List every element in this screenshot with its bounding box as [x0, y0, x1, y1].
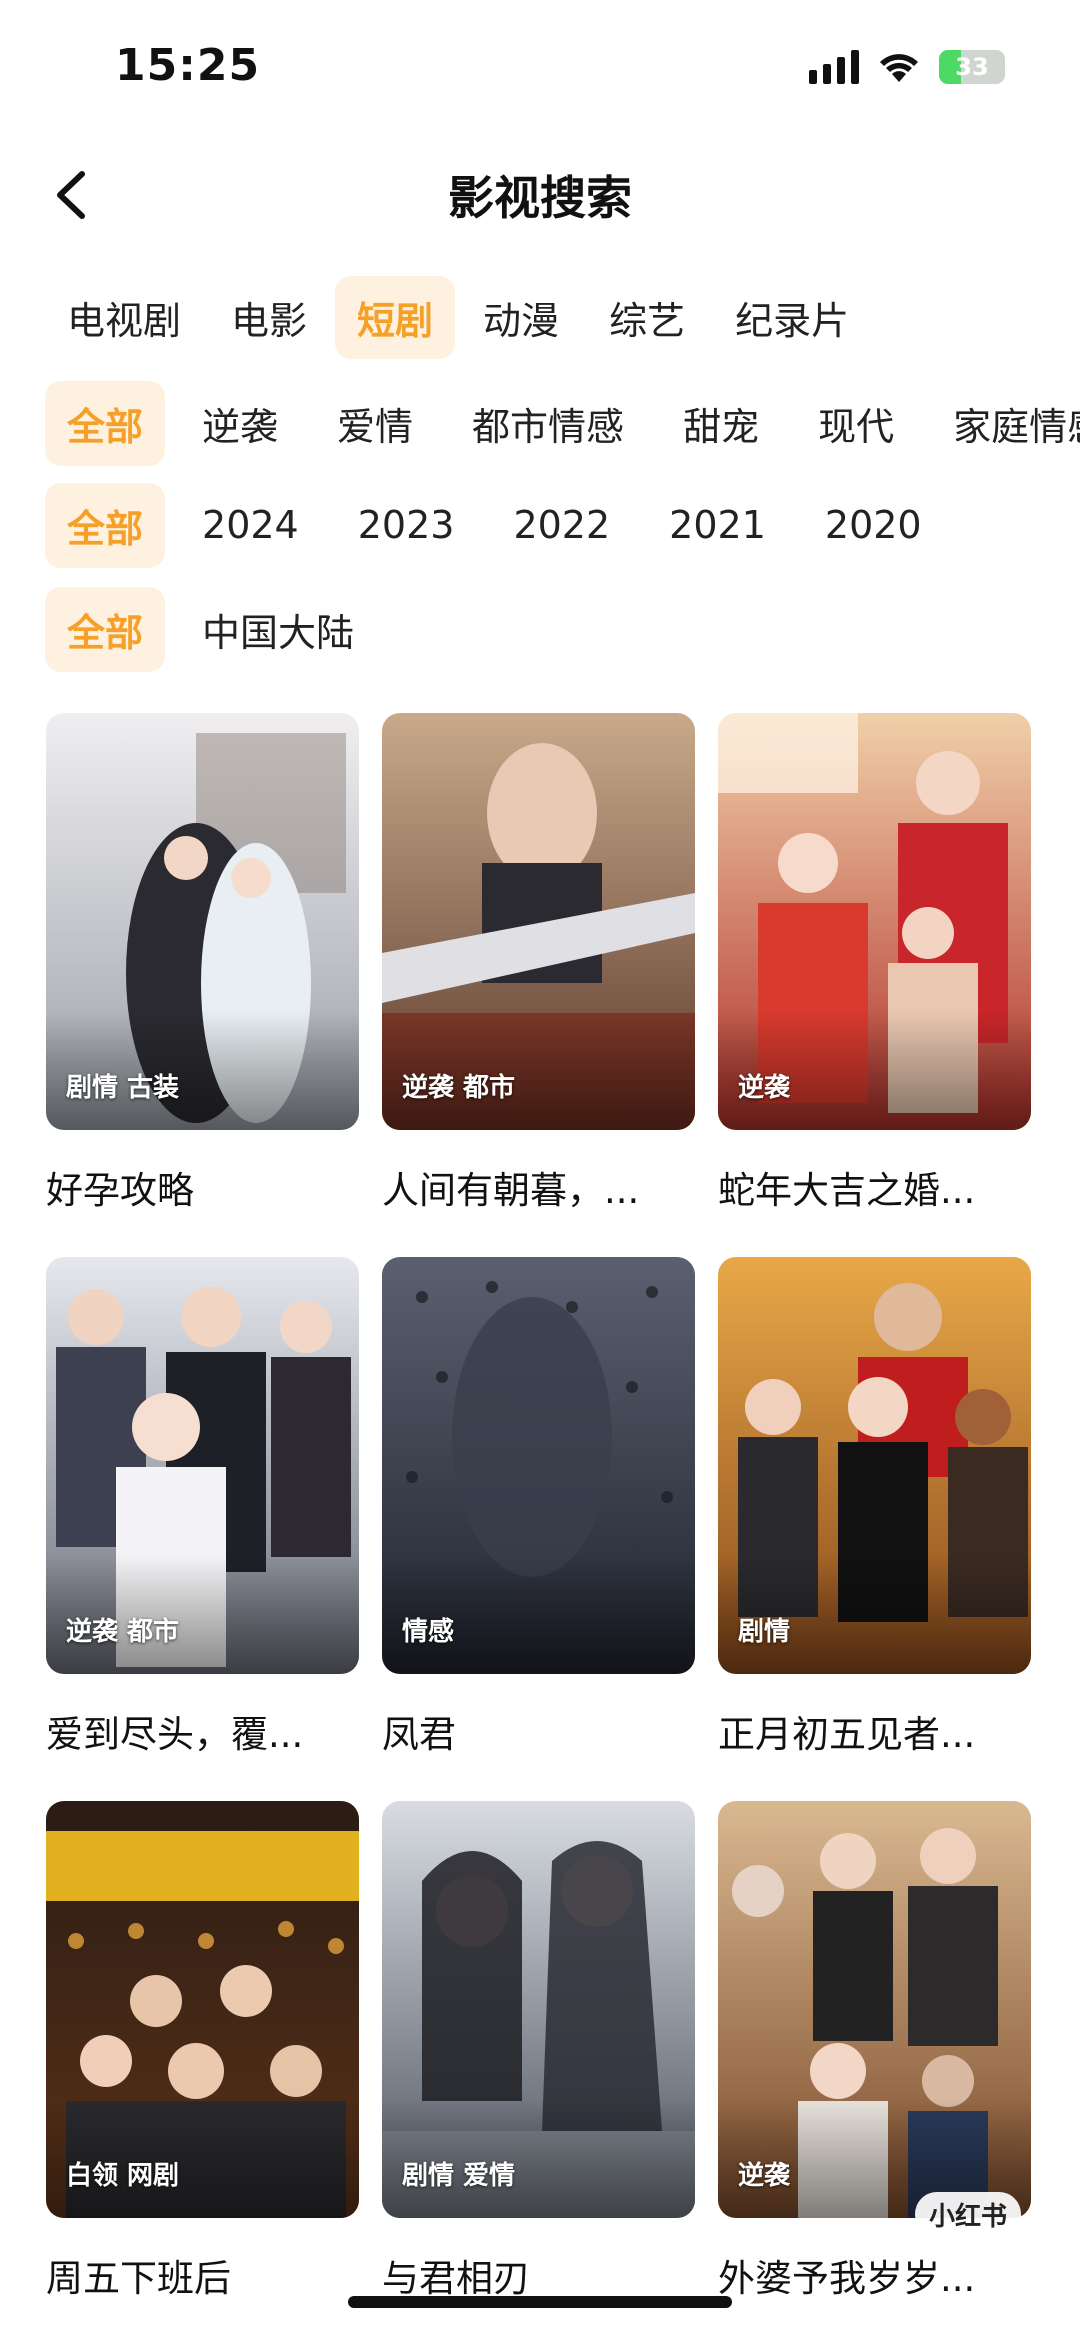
year-chip-2021[interactable]: 2021 — [647, 488, 788, 562]
year-chip-all[interactable]: 全部 — [45, 482, 166, 568]
poster-tags: 剧情 — [738, 1617, 791, 1647]
wifi-icon — [877, 50, 921, 84]
drama-title[interactable]: 凤君 — [382, 1704, 695, 1758]
status-icons: 33 — [809, 50, 1005, 84]
drama-title[interactable]: 周五下班后 — [46, 2248, 359, 2302]
genre-chip-sweet[interactable]: 甜宠 — [661, 381, 781, 466]
poster[interactable]: 逆袭 都市 — [382, 713, 695, 1130]
genre-chip-modern[interactable]: 现代 — [796, 381, 916, 466]
tab-movie[interactable]: 电影 — [209, 276, 329, 359]
poster-tags: 逆袭 都市 — [66, 1617, 180, 1647]
region-chip-mainland[interactable]: 中国大陆 — [180, 587, 376, 672]
poster[interactable]: 白领 网剧 — [46, 1801, 359, 2218]
battery-icon: 33 — [939, 50, 1005, 84]
header: 影视搜索 — [0, 150, 1080, 240]
signal-icon — [809, 50, 859, 84]
poster-tags: 逆袭 — [738, 2161, 791, 2191]
year-filter-row: 全部 2024 2023 2022 2021 2020 — [45, 482, 959, 568]
poster-tags: 剧情 爱情 — [402, 2161, 516, 2191]
status-bar: 15:25 33 — [0, 0, 1080, 130]
genre-chip-family[interactable]: 家庭情感 — [931, 381, 1080, 466]
drama-card[interactable]: 剧情 古装 好孕攻略 — [46, 713, 359, 1214]
poster[interactable]: 情感 — [382, 1257, 695, 1674]
year-chip-2020[interactable]: 2020 — [803, 488, 944, 562]
year-chip-2024[interactable]: 2024 — [180, 488, 321, 562]
poster-tags: 情感 — [402, 1617, 455, 1647]
poster[interactable]: 逆袭 — [718, 713, 1031, 1130]
drama-card[interactable]: 剧情 正月初五见者... — [718, 1257, 1031, 1758]
battery-level: 33 — [955, 53, 989, 81]
poster-tags: 剧情 古装 — [66, 1073, 180, 1103]
status-time: 15:25 — [115, 40, 261, 91]
drama-title[interactable]: 与君相刃 — [382, 2248, 695, 2302]
tab-tv-series[interactable]: 电视剧 — [45, 276, 203, 359]
drama-title[interactable]: 蛇年大吉之婚... — [718, 1160, 1031, 1214]
drama-card[interactable]: 逆袭 都市 爱到尽头，覆... — [46, 1257, 359, 1758]
poster-tags: 白领 网剧 — [66, 2161, 180, 2191]
tab-variety[interactable]: 综艺 — [587, 276, 707, 359]
year-chip-2023[interactable]: 2023 — [336, 488, 477, 562]
poster[interactable]: 剧情 古装 — [46, 713, 359, 1130]
region-filter-row: 全部 中国大陆 — [45, 586, 391, 672]
genre-chip-urban-emotion[interactable]: 都市情感 — [450, 381, 646, 466]
year-chip-2022[interactable]: 2022 — [491, 488, 632, 562]
tab-short-drama[interactable]: 短剧 — [335, 276, 456, 359]
genre-chip-romance[interactable]: 爱情 — [315, 381, 435, 466]
poster[interactable]: 剧情 — [718, 1257, 1031, 1674]
tab-anime[interactable]: 动漫 — [461, 276, 581, 359]
drama-title[interactable]: 爱到尽头，覆... — [46, 1704, 359, 1758]
drama-title[interactable]: 外婆予我岁岁... — [718, 2248, 1031, 2302]
drama-title[interactable]: 人间有朝暮，... — [382, 1160, 695, 1214]
poster[interactable]: 逆袭 — [718, 1801, 1031, 2218]
drama-title[interactable]: 正月初五见者... — [718, 1704, 1031, 1758]
watermark-logo: 小红书 — [915, 2192, 1022, 2237]
tab-documentary[interactable]: 纪录片 — [713, 276, 871, 359]
genre-chip-all[interactable]: 全部 — [45, 380, 166, 466]
page-title: 影视搜索 — [448, 171, 632, 225]
genre-chip-comeback[interactable]: 逆袭 — [180, 381, 300, 466]
drama-card[interactable]: 情感 凤君 — [382, 1257, 695, 1758]
region-chip-all[interactable]: 全部 — [45, 586, 166, 672]
poster-tags: 逆袭 — [738, 1073, 791, 1103]
drama-card[interactable]: 白领 网剧 周五下班后 — [46, 1801, 359, 2302]
poster-tags: 逆袭 都市 — [402, 1073, 516, 1103]
category-tabs: 电视剧 电影 短剧 动漫 综艺 纪录片 — [45, 275, 877, 360]
genre-filter-row: 全部 逆袭 爱情 都市情感 甜宠 现代 家庭情感 — [45, 380, 1080, 466]
drama-card[interactable]: 逆袭 都市 人间有朝暮，... — [382, 713, 695, 1214]
drama-card[interactable]: 剧情 爱情 与君相刃 — [382, 1801, 695, 2302]
home-indicator[interactable] — [348, 2296, 732, 2308]
poster[interactable]: 逆袭 都市 — [46, 1257, 359, 1674]
poster[interactable]: 剧情 爱情 — [382, 1801, 695, 2218]
drama-card[interactable]: 逆袭 蛇年大吉之婚... — [718, 713, 1031, 1214]
drama-title[interactable]: 好孕攻略 — [46, 1160, 359, 1214]
